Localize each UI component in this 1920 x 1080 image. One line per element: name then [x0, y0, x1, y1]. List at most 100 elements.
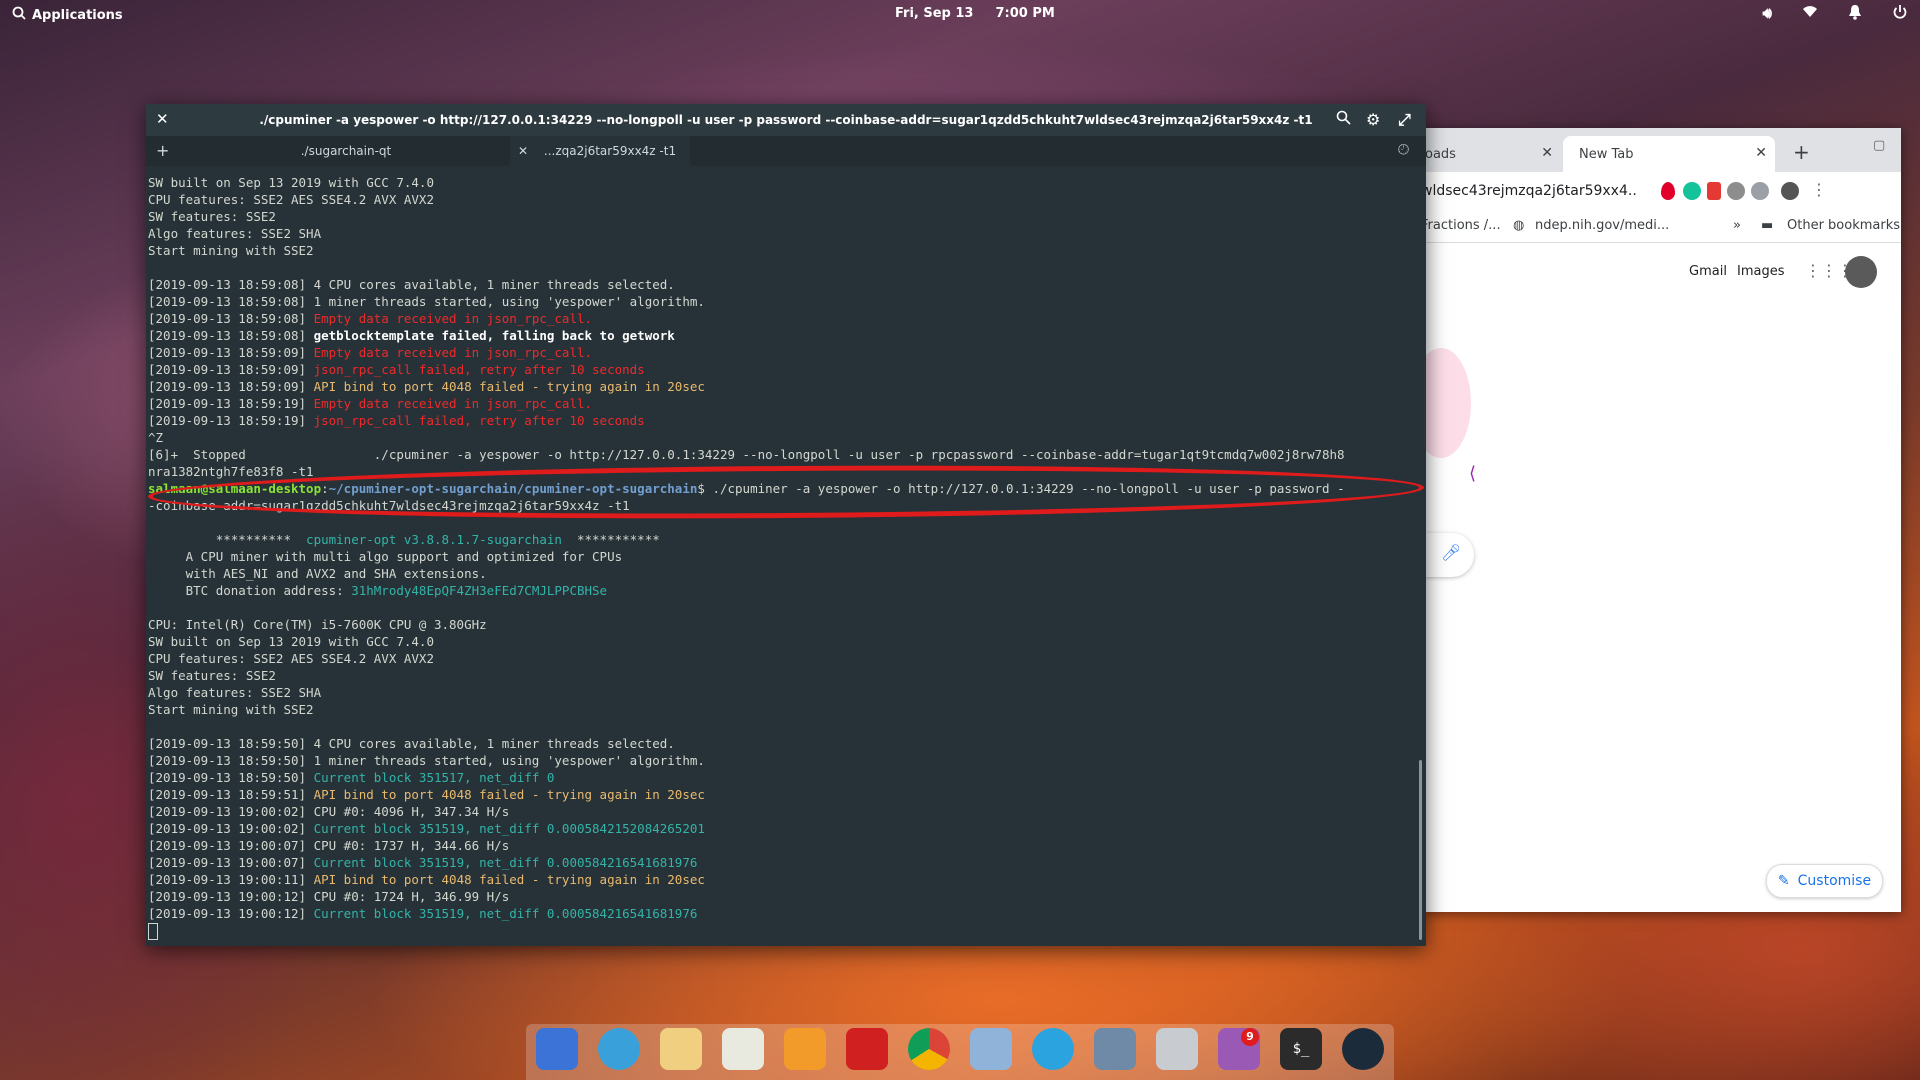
- terminal-text: getblocktemplate failed, falling back to…: [313, 328, 675, 343]
- terminal-titlebar: ✕ ./cpuminer -a yespower -o http://127.0…: [146, 104, 1426, 136]
- terminal-line: [2019-09-13 19:00:12] CPU #0: 1724 H, 34…: [148, 888, 1418, 905]
- files-icon[interactable]: [1156, 1028, 1198, 1070]
- terminal-text: Empty data received in json_rpc_call.: [313, 311, 593, 326]
- folder-icon: ▬: [1761, 218, 1774, 233]
- mail-icon[interactable]: [660, 1028, 702, 1070]
- gmail-link[interactable]: Gmail: [1689, 264, 1727, 279]
- web-browser-icon[interactable]: [598, 1028, 640, 1070]
- terminal-text: [2019-09-13 19:00:11]: [148, 872, 314, 887]
- terminal-line: [2019-09-13 19:00:11] API bind to port 4…: [148, 871, 1418, 888]
- chrome-window: oads ✕ New Tab ✕ + ▢ wldsec43rejmzqa2j6t…: [1411, 128, 1901, 912]
- bookmark-ndep[interactable]: ndep.nih.gov/medi...: [1535, 218, 1669, 233]
- gear-icon[interactable]: ⚙︎: [1366, 110, 1380, 129]
- terminal-line: [2019-09-13 18:59:51] API bind to port 4…: [148, 786, 1418, 803]
- terminal-tab-label: ...zqa2j6tar59xx4z -t1: [543, 144, 677, 158]
- microphone-icon[interactable]: 🎤︎: [1441, 543, 1461, 562]
- browser-tab-new-tab[interactable]: New Tab ✕: [1563, 136, 1775, 172]
- omnibox[interactable]: wldsec43rejmzqa2j6tar59xx4...: [1421, 177, 1637, 205]
- terminal-text: BTC donation address:: [148, 583, 352, 598]
- terminal-line: [6]+ Stopped ./cpuminer -a yespower -o h…: [148, 446, 1418, 463]
- terminal-line: CPU: Intel(R) Core(TM) i5-7600K CPU @ 3.…: [148, 616, 1418, 633]
- close-icon[interactable]: ✕: [510, 144, 528, 158]
- new-tab-button[interactable]: +: [156, 136, 169, 166]
- time-label: 7:00 PM: [995, 6, 1055, 21]
- customise-button[interactable]: ✎ Customise: [1766, 864, 1883, 898]
- software-icon[interactable]: [1342, 1028, 1384, 1070]
- window-title: ./cpuminer -a yespower -o http://127.0.0…: [259, 113, 1313, 127]
- terminal-line: SW built on Sep 13 2019 with GCC 7.4.0: [148, 633, 1418, 650]
- terminal-text: CPU features: SSE2 AES SSE4.2 AVX AVX2: [148, 651, 434, 666]
- terminal-prompt-line: [148, 922, 1418, 940]
- images-link[interactable]: Images: [1737, 264, 1785, 279]
- photos-icon[interactable]: [970, 1028, 1012, 1070]
- terminal-tab-cpuminer[interactable]: ✕ ...zqa2j6tar59xx4z -t1: [510, 136, 690, 166]
- terminal-icon[interactable]: $_: [1280, 1028, 1322, 1070]
- terminal-line: [2019-09-13 18:59:09] Empty data receive…: [148, 344, 1418, 361]
- terminal-text: [2019-09-13 18:59:09]: [148, 379, 314, 394]
- terminal-line: Start mining with SSE2: [148, 242, 1418, 259]
- terminal-tab-sugarchain-qt[interactable]: ./sugarchain-qt: [186, 136, 506, 166]
- terminal-text: Algo features: SSE2 SHA: [148, 226, 322, 241]
- system-tray: 🔊︎: [1763, 4, 1908, 24]
- terminal-text: **********: [148, 532, 307, 547]
- terminal-text: cpuminer-opt v3.8.8.1.7-sugarchain: [306, 532, 562, 547]
- terminal-text: SW features: SSE2: [148, 668, 276, 683]
- terminal-line: BTC donation address: 31hMrody48EpQF4ZH3…: [148, 582, 1418, 599]
- more-bookmarks-chevron[interactable]: »: [1733, 218, 1741, 233]
- extension-check-icon[interactable]: [1751, 182, 1769, 200]
- terminal-line: [2019-09-13 18:59:50] 1 miner threads st…: [148, 752, 1418, 769]
- browser-tab-downloads[interactable]: oads ✕: [1421, 136, 1561, 172]
- notification-badge: 9: [1241, 1028, 1259, 1046]
- telegram-icon[interactable]: [1032, 1028, 1074, 1070]
- bookmark-other-bookmarks[interactable]: Other bookmarks: [1787, 218, 1900, 233]
- browser-tab-label: oads: [1425, 146, 1456, 162]
- profile-avatar[interactable]: [1781, 182, 1799, 200]
- new-tab-button[interactable]: +: [1793, 140, 1810, 164]
- menu-kebab-icon[interactable]: ⋮: [1811, 180, 1827, 199]
- power-icon[interactable]: [1892, 4, 1908, 24]
- terminal-text: API bind to port 4048 failed - trying ag…: [313, 379, 705, 394]
- settings-toggle-icon[interactable]: [1094, 1028, 1136, 1070]
- terminal-text: [2019-09-13 19:00:07]: [148, 855, 314, 870]
- maximize-icon[interactable]: ⤢: [1398, 110, 1411, 130]
- music-icon[interactable]: [784, 1028, 826, 1070]
- search-icon[interactable]: [1336, 110, 1351, 129]
- close-icon[interactable]: ✕: [1755, 145, 1767, 161]
- datetime-indicator[interactable]: Fri, Sep 13 7:00 PM: [895, 6, 1055, 21]
- terminal-line: SW features: SSE2: [148, 667, 1418, 684]
- terminal-text: 31hMrody48EpQF4ZH3eFEd7CMJLPPCBHSe: [351, 583, 608, 598]
- chrome-icon[interactable]: [908, 1028, 950, 1070]
- bookmark-fractions[interactable]: Fractions /...: [1421, 218, 1501, 233]
- customise-label: Customise: [1797, 873, 1872, 889]
- restore-window-icon[interactable]: ▢: [1873, 138, 1885, 153]
- extension-m-icon[interactable]: [1727, 182, 1745, 200]
- terminal-line: CPU features: SSE2 AES SSE4.2 AVX AVX2: [148, 191, 1418, 208]
- terminal-text: json_rpc_call failed, retry after 10 sec…: [313, 362, 645, 377]
- extension-t-icon[interactable]: [1707, 182, 1721, 200]
- bell-icon[interactable]: [1848, 4, 1862, 24]
- multitasking-view-icon[interactable]: [536, 1028, 578, 1070]
- account-avatar[interactable]: [1845, 256, 1877, 288]
- terminal-scrollbar[interactable]: [1419, 760, 1422, 940]
- terminal-line: Algo features: SSE2 SHA: [148, 684, 1418, 701]
- terminal-line: [2019-09-13 18:59:19] Empty data receive…: [148, 395, 1418, 412]
- videos-icon[interactable]: [846, 1028, 888, 1070]
- terminal-text: [2019-09-13 18:59:08]: [148, 311, 314, 326]
- applications-menu[interactable]: Applications: [12, 6, 123, 24]
- pencil-icon: ✎: [1777, 873, 1790, 889]
- opera-extension-icon[interactable]: [1661, 182, 1675, 200]
- share-icon[interactable]: ⟨: [1469, 463, 1476, 484]
- close-icon[interactable]: ✕: [1541, 145, 1553, 161]
- terminal-line: ^Z: [148, 429, 1418, 446]
- calendar-icon[interactable]: [722, 1028, 764, 1070]
- volume-icon[interactable]: 🔊︎: [1763, 4, 1772, 24]
- history-icon[interactable]: 🕘︎: [1398, 142, 1409, 158]
- terminal-tab-label: ./sugarchain-qt: [300, 144, 392, 158]
- wifi-icon[interactable]: [1802, 4, 1818, 24]
- grammarly-extension-icon[interactable]: [1683, 182, 1701, 200]
- terminal-text: [2019-09-13 19:00:12]: [148, 906, 314, 921]
- terminal-output[interactable]: SW built on Sep 13 2019 with GCC 7.4.0 CP…: [148, 174, 1418, 944]
- terminal-text: nra1382ntgh7fe83f8 -t1: [148, 464, 314, 479]
